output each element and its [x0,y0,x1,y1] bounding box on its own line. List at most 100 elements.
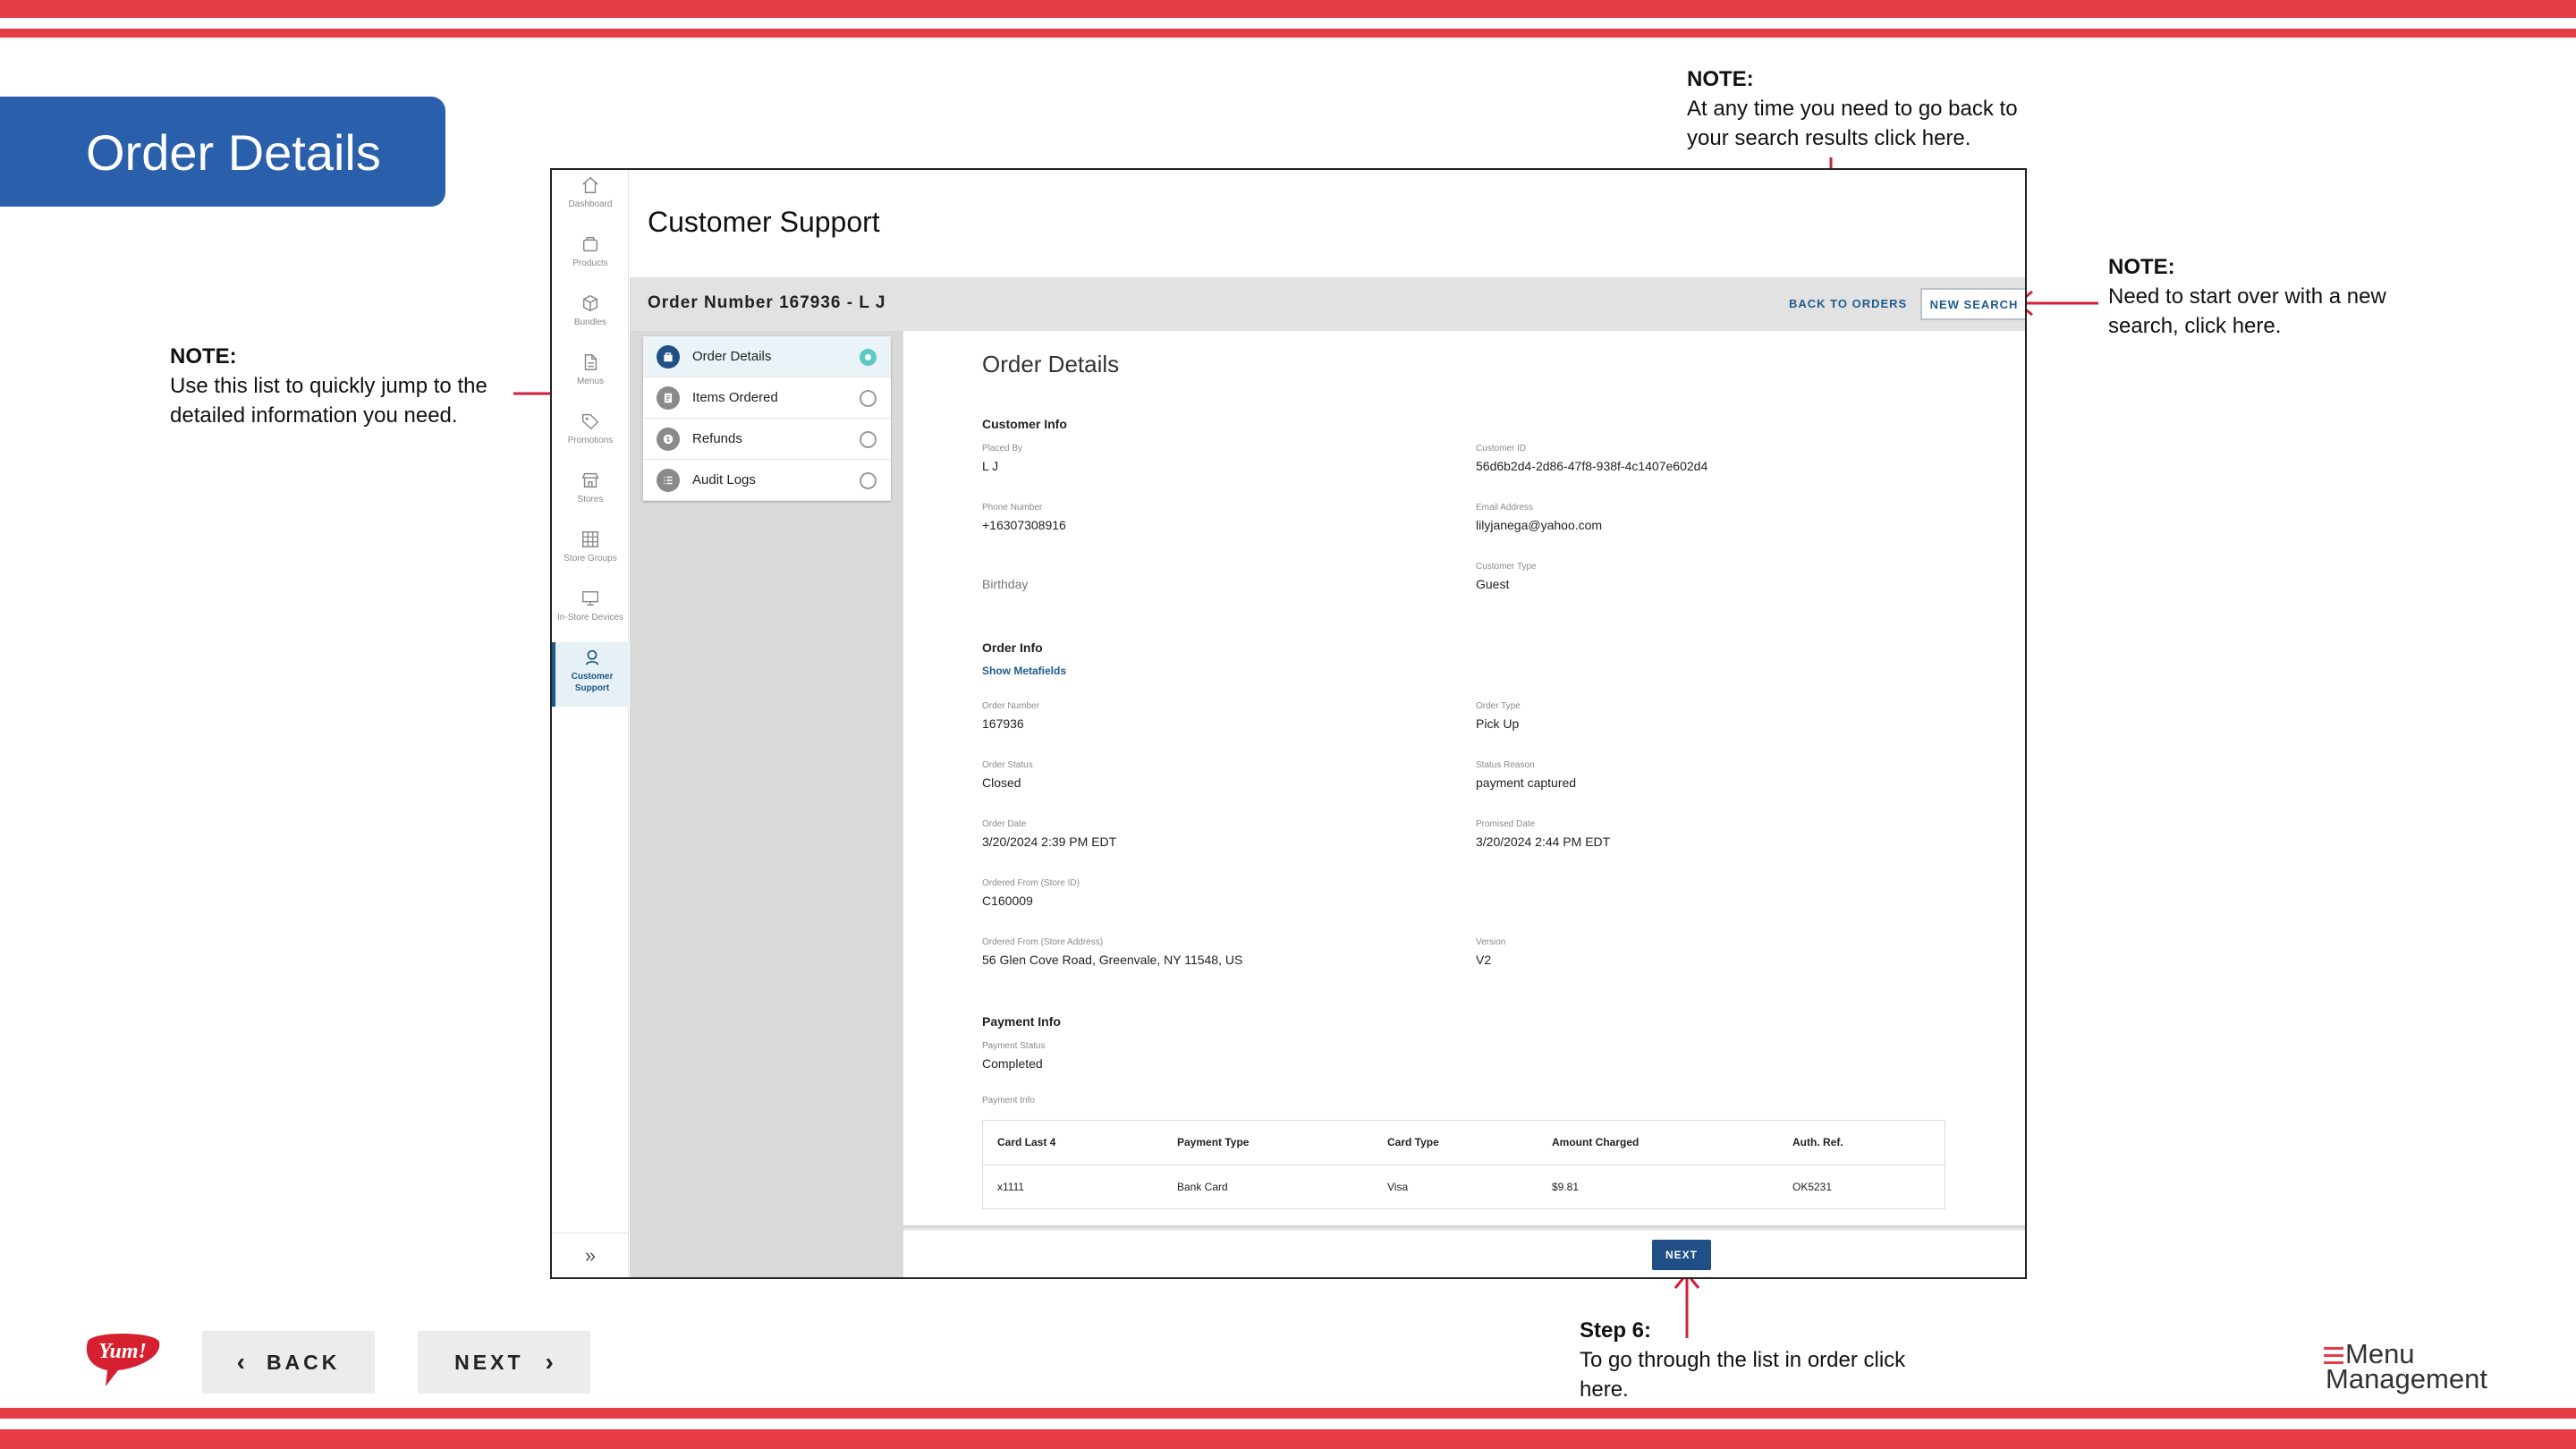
expand-sidebar-icon[interactable]: » [552,1233,629,1277]
customer-type-value: Guest [1476,577,1510,591]
placed-by-label: Placed By [982,444,1023,453]
order-type-value: Pick Up [1476,716,1520,731]
page-title: Customer Support [648,206,880,238]
payment-status-label: Payment Status [982,1041,1046,1051]
slide-back-button[interactable]: ‹ BACK [202,1331,375,1394]
payment-status-value: Completed [982,1056,1043,1071]
phone-value: +16307308916 [982,518,1066,532]
note-heading: NOTE: [2108,255,2175,279]
sidebar-item-label: Bundles [573,318,607,327]
status-reason-value: payment captured [1476,775,1577,790]
store-address-label: Ordered From (Store Address) [982,937,1104,947]
jump-item-refunds[interactable]: Refunds [643,419,891,460]
placed-by-value: L J [982,459,999,473]
sidebar-item-stores[interactable]: Stores [552,465,629,519]
store-id-label: Ordered From (Store ID) [982,878,1080,888]
note-text: Use this list to quickly jump to the det… [170,374,487,428]
note-heading: NOTE: [170,344,237,369]
sidebar-item-label: Customer Support [571,672,614,693]
radio-icon [860,431,877,448]
cube-icon [582,294,598,312]
customer-id-value: 56d6b2d4-2d86-47f8-938f-4c1407e602d4 [1476,459,1708,473]
back-to-orders-button[interactable]: BACK TO ORDERS [1789,297,1907,310]
sidebar-item-label: Dashboard [568,199,613,209]
jump-item-label: Order Details [692,349,772,364]
receipt-icon [657,386,680,410]
status-reason-label: Status Reason [1476,760,1535,770]
table-cell: x1111 [997,1181,1025,1193]
order-date-label: Order Date [982,819,1027,829]
jump-item-audit-logs[interactable]: Audit Logs [643,460,891,501]
sidebar-item-label: Products [572,258,608,268]
note-heading: Step 6: [1580,1318,1652,1343]
table-header-cell: Auth. Ref. [1792,1136,1843,1148]
slide-title: Order Details [86,124,381,181]
chevron-left-icon: ‹ [236,1348,245,1376]
version-value: V2 [1476,953,1492,967]
slide-next-button[interactable]: NEXT › [418,1331,590,1394]
note-heading: NOTE: [1687,67,1754,91]
sidebar-item-promotions[interactable]: Promotions [552,406,629,460]
sidebar-item-menus[interactable]: Menus [552,347,629,401]
sidebar-item-label: Store Groups [564,554,617,564]
arrow-to-next-button [1674,1271,1700,1338]
jump-item-label: Refunds [692,431,742,446]
table-header-cell: Card Type [1387,1136,1439,1148]
jump-item-label: Audit Logs [692,472,756,487]
sidebar-item-bundles[interactable]: Bundles [552,288,629,342]
note-back-to-orders: NOTE: At any time you need to go back to… [1687,64,2063,153]
order-header-bar: Order Number 167936 - L J BACK TO ORDERS… [630,277,2025,331]
list-icon [657,468,680,492]
email-label: Email Address [1476,503,1533,513]
sidebar-item-label: In-Store Devices [557,613,623,623]
arrow-to-new-search [2015,290,2098,317]
phone-label: Phone Number [982,503,1043,513]
jump-item-items-ordered[interactable]: Items Ordered [643,377,891,419]
jump-panel: Order Details Items Ordered Refunds Audi… [630,331,903,1277]
sidebar-item-products[interactable]: Products [552,229,629,283]
app-window: Dashboard Products Bundles Menus Promoti… [550,168,2027,1279]
next-label: NEXT [454,1350,524,1374]
jump-item-order-details[interactable]: Order Details [643,336,891,377]
email-value: lilyjanega@yahoo.com [1476,518,1603,532]
table-cell: $9.81 [1552,1181,1580,1193]
table-header-cell: Payment Type [1177,1136,1250,1148]
note-text: At any time you need to go back to your … [1687,97,2018,150]
sidebar-item-label: Menus [576,377,604,386]
jump-item-label: Items Ordered [692,390,778,405]
new-search-button[interactable]: NEW SEARCH [1920,288,2025,320]
sidebar-item-store-groups[interactable]: Store Groups [552,524,629,578]
order-number-heading: Order Number 167936 - L J [648,293,886,312]
order-info-heading: Order Info [982,640,1043,655]
order-date-value: 3/20/2024 2:39 PM EDT [982,835,1117,849]
version-label: Version [1476,937,1506,947]
monitor-icon [582,590,598,606]
note-jump-list: NOTE: Use this list to quickly jump to t… [170,342,510,430]
refund-icon [657,427,680,451]
bottom-stripe [0,1429,2576,1449]
sidebar-item-dashboard[interactable]: Dashboard [552,170,629,224]
jump-list: Order Details Items Ordered Refunds Audi… [643,336,891,501]
order-status-label: Order Status [982,760,1033,770]
store-id-value: C160009 [982,894,1033,908]
table-header-cell: Amount Charged [1552,1136,1640,1148]
next-section-button[interactable]: NEXT [1652,1240,1711,1270]
order-number-label: Order Number [982,701,1039,711]
top-stripe-thin [0,29,2576,38]
show-metafields-link[interactable]: Show Metafields [982,665,1066,677]
sidebar-item-in-store-devices[interactable]: In-Store Devices [552,583,629,637]
box-icon [582,236,598,252]
promised-date-label: Promised Date [1476,819,1536,829]
menu-management-logo: Menu Management [2324,1338,2487,1394]
table-cell: Visa [1387,1181,1409,1193]
order-number-value: 167936 [982,716,1024,731]
sidebar-item-label: Stores [577,495,604,504]
payment-info-label: Payment Info [982,1096,1035,1106]
order-type-label: Order Type [1476,701,1521,711]
sidebar-item-customer-support[interactable]: Customer Support [552,642,629,707]
note-new-search: NOTE: Need to start over with a new sear… [2108,252,2394,341]
table-cell: OK5231 [1792,1181,1833,1193]
note-text: Need to start over with a new search, cl… [2108,284,2386,338]
payment-info-heading: Payment Info [982,1014,1061,1029]
yum-logo: Yum! [86,1334,160,1386]
